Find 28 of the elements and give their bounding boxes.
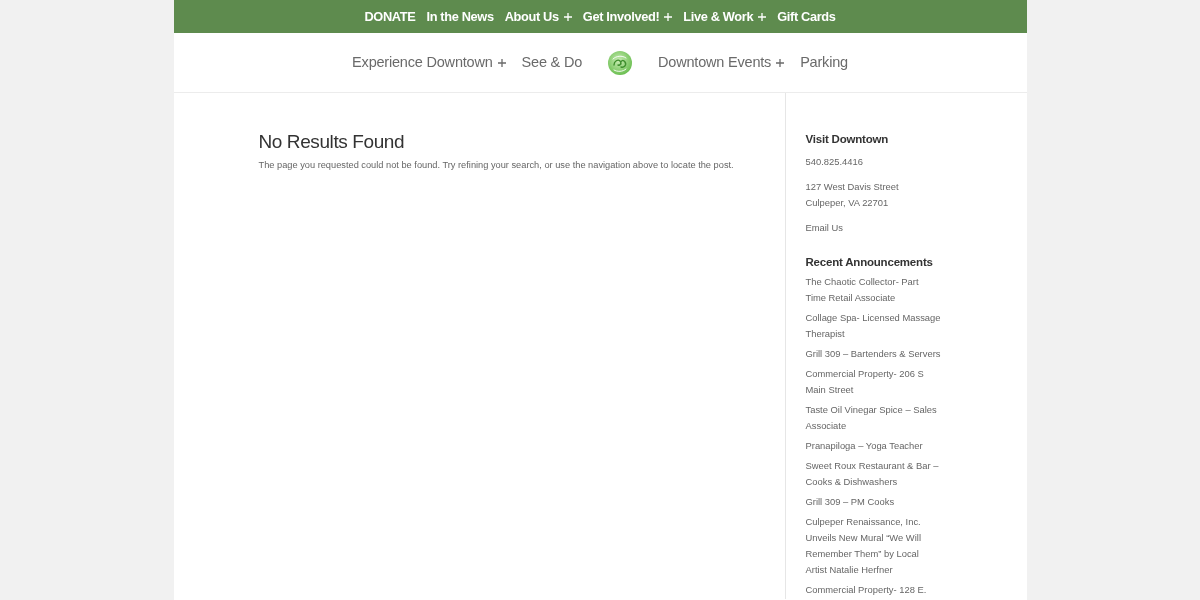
menu-link[interactable]: Get Involved!: [582, 6, 673, 27]
menu-link[interactable]: About Us: [504, 6, 572, 27]
sidebar-link[interactable]: Sweet Roux Restaurant & Bar – Cooks & Dishwashers: [805, 457, 941, 490]
menu-link[interactable]: Downtown Events: [658, 51, 785, 74]
menu-link[interactable]: Parking: [800, 51, 848, 74]
sidebar-link[interactable]: Email Us: [805, 219, 941, 236]
menu-link[interactable]: Experience Downtown: [352, 51, 506, 74]
sidebar-link[interactable]: Commercial Property- 206 S Main Street: [805, 365, 941, 398]
sidebar-link[interactable]: The Chaotic Collector- Part Time Retail Associate: [805, 273, 941, 306]
sidebar-link[interactable]: Pranapiloga – Yoga Teacher: [805, 437, 941, 454]
menu-link[interactable]: Gift Cards: [777, 6, 836, 27]
sidebar-link[interactable]: Collage Spa- Licensed Massage Therapist: [805, 309, 941, 342]
menu-link[interactable]: Live & Work: [683, 6, 767, 27]
widget-title: Recent Announcements: [805, 255, 934, 270]
sidebar-link[interactable]: Grill 309 – PM Cooks: [805, 493, 941, 510]
sidebar-link[interactable]: Taste Oil Vinegar Spice – Sales Associate: [805, 401, 941, 434]
phone-text: 540.825.4416: [805, 154, 864, 169]
menu-link[interactable]: DONATE: [364, 6, 416, 27]
page-message: The page you requested could not be found. Try refining your search, or use the navigation above to locate the post.: [258, 158, 735, 172]
widget-title: Visit Downtown: [805, 133, 890, 147]
menu-link[interactable]: See & Do: [521, 51, 583, 74]
page-heading: No Results Found: [258, 131, 406, 154]
sidebar-link[interactable]: Grill 309 – Bartenders & Servers: [805, 345, 941, 362]
sidebar-link[interactable]: Commercial Property- 128 E.: [805, 581, 941, 598]
address-text: 127 West Davis Street Culpeper, VA 22701: [805, 179, 900, 210]
sidebar-link[interactable]: Culpeper Renaissance, Inc. Unveils New Mural “We Will Remember Them” by Local Artist Natalie Herfner: [805, 513, 941, 578]
menu-link[interactable]: In the News: [426, 6, 494, 27]
swirl-logo-icon[interactable]: [608, 50, 633, 75]
